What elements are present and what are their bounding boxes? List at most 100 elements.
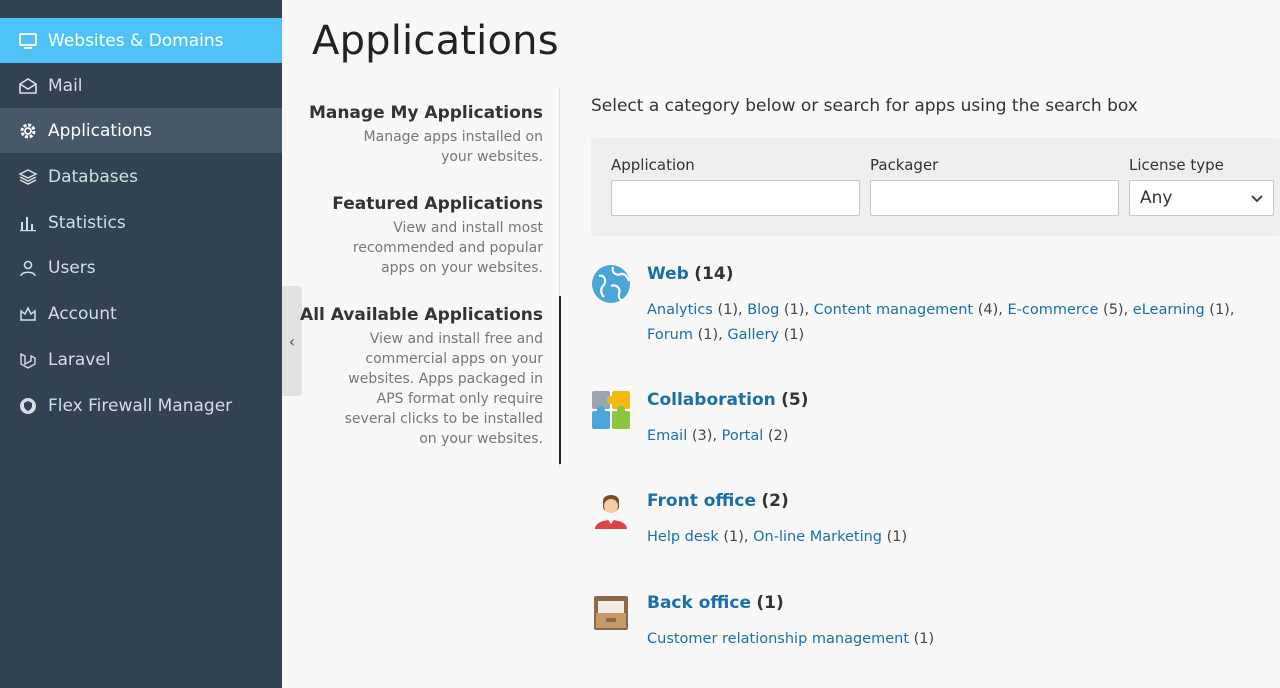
subcategory-list: Analytics (1), Blog (1), Content managem… bbox=[647, 302, 1235, 343]
sidebar-item-databases[interactable]: Databases bbox=[0, 154, 282, 199]
globe-icon bbox=[591, 264, 631, 304]
sidebar-item-label: Laravel bbox=[48, 349, 111, 370]
sidebar-item-label: Statistics bbox=[48, 212, 126, 233]
subcategory-link[interactable]: E-commerce bbox=[1007, 302, 1098, 318]
subcategory-link[interactable]: Portal bbox=[722, 428, 764, 444]
subcategory-count: (1) bbox=[717, 302, 739, 318]
user-icon bbox=[18, 258, 38, 278]
subcategory-link[interactable]: Forum bbox=[647, 327, 693, 343]
subnav-active-indicator bbox=[559, 296, 561, 464]
desc-line: recommended and popular bbox=[352, 240, 543, 256]
subcategory-count: (1) bbox=[783, 302, 805, 318]
sidebar-item-label: Account bbox=[48, 303, 117, 324]
license-type-select[interactable]: Any bbox=[1129, 180, 1274, 216]
subcategory-link[interactable]: Blog bbox=[747, 302, 779, 318]
mail-icon bbox=[18, 76, 38, 96]
subcategory-link[interactable]: On-line Marketing bbox=[753, 529, 882, 545]
subcategory-list: Help desk (1), On-line Marketing (1) bbox=[647, 529, 908, 545]
subcategory-count: (1) bbox=[723, 529, 744, 545]
subcategory-link[interactable]: Gallery bbox=[727, 327, 779, 343]
sidebar-item-label: Websites & Domains bbox=[48, 30, 224, 51]
category-link-front-office[interactable]: Front office bbox=[647, 491, 756, 511]
subcategory-list: Email (3), Portal (2) bbox=[647, 428, 789, 444]
sidebar-item-websites-domains[interactable]: Websites & Domains bbox=[0, 18, 282, 63]
sidebar-item-applications[interactable]: Applications bbox=[0, 108, 282, 153]
category-title: Web (14) bbox=[647, 264, 733, 284]
subcategory-count: (3) bbox=[691, 428, 713, 444]
subcategory-count: (1) bbox=[697, 327, 719, 343]
bar-chart-icon bbox=[18, 213, 38, 233]
category-link-back-office[interactable]: Back office bbox=[647, 593, 751, 613]
gear-icon bbox=[18, 121, 38, 141]
desc-line: APS format only require bbox=[376, 391, 543, 407]
category-count: (5) bbox=[781, 390, 809, 410]
sidebar-item-label: Mail bbox=[48, 75, 83, 96]
subcategory-count: (2) bbox=[767, 428, 789, 444]
subcategory-count: (1) bbox=[886, 529, 908, 545]
category-link-web[interactable]: Web bbox=[647, 264, 689, 284]
desc-line: Manage apps installed on bbox=[363, 129, 543, 145]
subnav-manage-my-applications[interactable]: Manage My Applications Manage apps insta… bbox=[309, 103, 543, 167]
account-icon bbox=[18, 304, 38, 324]
chevron-down-icon bbox=[1251, 188, 1263, 208]
category-link-collaboration[interactable]: Collaboration bbox=[647, 390, 776, 410]
subcategory-link[interactable]: Content management bbox=[814, 302, 973, 318]
sidebar-item-laravel[interactable]: Laravel bbox=[0, 337, 282, 382]
subcategory-link[interactable]: Help desk bbox=[647, 529, 719, 545]
sidebar-item-mail[interactable]: Mail bbox=[0, 63, 282, 108]
page-title: Applications bbox=[312, 18, 559, 64]
sidebar-item-flex-firewall-manager[interactable]: Flex Firewall Manager bbox=[0, 383, 282, 428]
category-title: Front office (2) bbox=[647, 491, 789, 511]
application-label: Application bbox=[611, 156, 695, 174]
desc-line: several clicks to be installed bbox=[344, 411, 543, 427]
packager-input[interactable] bbox=[870, 180, 1119, 216]
sidebar: Websites & Domains Mail Applications Dat… bbox=[0, 0, 282, 688]
layers-icon bbox=[18, 167, 38, 187]
sidebar-item-account[interactable]: Account bbox=[0, 291, 282, 336]
search-panel: Application Packager License type Any bbox=[591, 138, 1280, 236]
subcategory-link[interactable]: Analytics bbox=[647, 302, 713, 318]
category-count: (1) bbox=[756, 593, 784, 613]
chevron-left-icon: ‹ bbox=[288, 331, 296, 351]
subcategory-link[interactable]: eLearning bbox=[1133, 302, 1205, 318]
sidebar-item-statistics[interactable]: Statistics bbox=[0, 200, 282, 245]
desc-line: View and install most bbox=[393, 220, 543, 236]
subnav-featured-applications[interactable]: Featured Applications View and install m… bbox=[332, 194, 543, 278]
sidebar-item-users[interactable]: Users bbox=[0, 245, 282, 290]
subnav-title[interactable]: All Available Applications bbox=[300, 305, 543, 325]
subcategory-link[interactable]: Email bbox=[647, 428, 687, 444]
subnav-title[interactable]: Manage My Applications bbox=[309, 103, 543, 123]
subcategory-link[interactable]: Customer relationship management bbox=[647, 631, 909, 647]
person-icon bbox=[591, 491, 631, 531]
sidebar-item-label: Databases bbox=[48, 166, 138, 187]
laravel-icon bbox=[18, 350, 38, 370]
desc-line: View and install free and bbox=[369, 331, 543, 347]
desc-line: your websites. bbox=[441, 149, 543, 165]
packager-label: Packager bbox=[870, 156, 939, 174]
desc-line: apps on your websites. bbox=[381, 260, 543, 276]
category-title: Back office (1) bbox=[647, 593, 784, 613]
category-count: (2) bbox=[761, 491, 789, 511]
puzzle-icon bbox=[591, 390, 631, 430]
monitor-icon bbox=[18, 31, 38, 51]
desc-line: on your websites. bbox=[419, 431, 543, 447]
subnav-description: View and install most recommended and po… bbox=[332, 218, 543, 278]
sidebar-item-label: Flex Firewall Manager bbox=[48, 395, 233, 416]
subcategory-count: (1) bbox=[913, 631, 935, 647]
sidebar-item-label: Users bbox=[48, 257, 96, 278]
subcategory-count: (1) bbox=[783, 327, 805, 343]
desc-line: commercial apps on your bbox=[365, 351, 543, 367]
sidebar-item-label: Applications bbox=[48, 120, 152, 141]
subcategory-count: (5) bbox=[1103, 302, 1124, 318]
category-count: (14) bbox=[694, 264, 734, 284]
sidebar-collapse-button[interactable]: ‹ bbox=[282, 286, 302, 396]
application-input[interactable] bbox=[611, 180, 860, 216]
subcategory-list: Customer relationship management (1) bbox=[647, 627, 1267, 652]
search-intro-text: Select a category below or search for ap… bbox=[591, 96, 1138, 116]
drawer-icon bbox=[591, 593, 631, 633]
subnav-description: View and install free and commercial app… bbox=[300, 329, 543, 449]
subnav-title[interactable]: Featured Applications bbox=[332, 194, 543, 214]
desc-line: websites. Apps packaged in bbox=[348, 371, 543, 387]
subnav-all-available-applications[interactable]: All Available Applications View and inst… bbox=[300, 305, 543, 449]
category-title: Collaboration (5) bbox=[647, 390, 809, 410]
